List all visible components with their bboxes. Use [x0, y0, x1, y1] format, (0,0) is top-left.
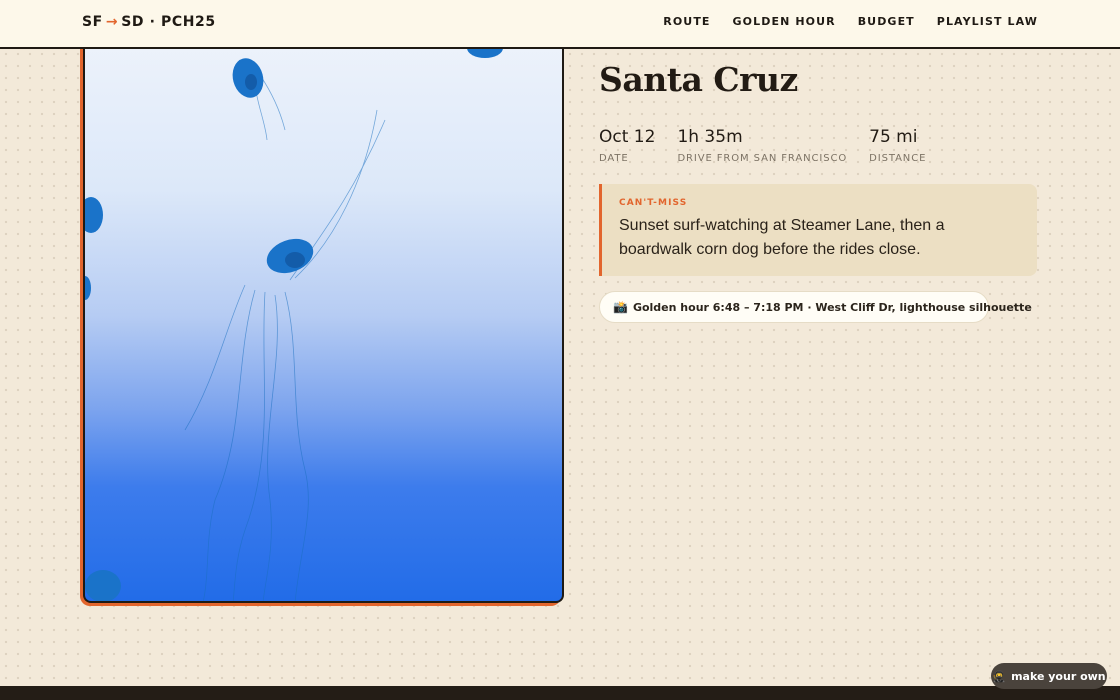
- stat-date-label: DATE: [599, 153, 629, 164]
- brand-origin: SF: [82, 14, 103, 30]
- brand-arrow-icon: →: [105, 14, 119, 30]
- main-nav: ROUTE GOLDEN HOUR BUDGET PLAYLIST LAW: [663, 15, 1038, 28]
- ninja-icon: 🥷: [992, 669, 1007, 683]
- camera-icon: 📸: [613, 300, 628, 314]
- stop-photo-jellyfish: [83, 30, 564, 603]
- stat-drive-time-label: DRIVE FROM SAN FRANCISCO: [677, 153, 848, 164]
- brand-destination: SD · PCH25: [121, 14, 216, 30]
- callout-tag: CAN'T-MISS: [619, 198, 688, 208]
- stat-distance: 75 mi DISTANCE: [869, 127, 926, 164]
- golden-hour-pill[interactable]: 📸 Golden hour 6:48 – 7:18 PM · West Clif…: [599, 291, 1032, 323]
- make-your-own-button[interactable]: 🥷 make your own: [991, 663, 1107, 689]
- nav-budget-link[interactable]: BUDGET: [858, 15, 915, 28]
- stat-distance-value: 75 mi: [869, 127, 918, 147]
- stat-date: Oct 12 DATE: [599, 127, 655, 164]
- jellyfish-illustration: [85, 38, 503, 601]
- top-navigation-bar: SF → SD · PCH25 ROUTE GOLDEN HOUR BUDGET P…: [0, 0, 1120, 49]
- stat-distance-label: DISTANCE: [869, 153, 927, 164]
- stat-drive-time-value: 1h 35m: [677, 127, 743, 147]
- stat-date-value: Oct 12: [599, 127, 656, 147]
- golden-hour-text: Golden hour 6:48 – 7:18 PM · West Cliff …: [632, 300, 1032, 314]
- nav-route-link[interactable]: ROUTE: [663, 15, 710, 28]
- make-your-own-label: make your own: [1011, 669, 1106, 683]
- cant-miss-callout: CAN'T-MISS Sunset surf-watching at Steam…: [599, 184, 1037, 276]
- stop-title: Santa Cruz: [599, 60, 798, 99]
- footer-bar: [0, 686, 1120, 700]
- nav-playlist-law-link[interactable]: PLAYLIST LAW: [937, 15, 1038, 28]
- trip-stats: Oct 12 DATE 1h 35m DRIVE FROM SAN FRANCI…: [599, 127, 948, 164]
- nav-golden-hour-link[interactable]: GOLDEN HOUR: [733, 15, 836, 28]
- callout-text: Sunset surf-watching at Steamer Lane, th…: [619, 217, 945, 258]
- brand-logo[interactable]: SF → SD · PCH25: [82, 14, 216, 30]
- stat-drive-time: 1h 35m DRIVE FROM SAN FRANCISCO: [677, 127, 847, 164]
